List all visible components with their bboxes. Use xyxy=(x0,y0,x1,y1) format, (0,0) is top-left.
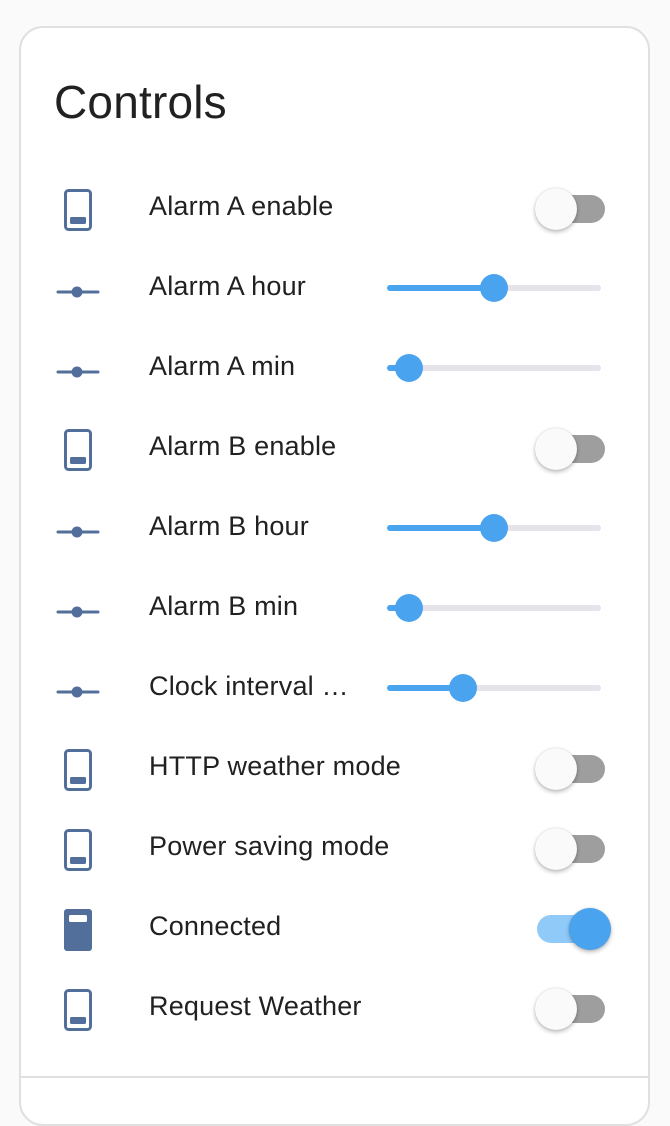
toggle-thumb[interactable] xyxy=(535,828,577,870)
control-label[interactable]: Power saving mode xyxy=(149,806,390,886)
control-row-connected: Connected xyxy=(21,886,652,966)
control-label[interactable]: Alarm B min xyxy=(149,566,298,646)
alarm-b-min-slider[interactable] xyxy=(385,590,601,626)
slider-knob[interactable] xyxy=(395,594,423,622)
toggle-thumb[interactable] xyxy=(535,748,577,790)
phone-outline-icon xyxy=(54,826,102,874)
control-label[interactable]: Alarm A min xyxy=(149,326,295,406)
alarm-a-enable-toggle[interactable] xyxy=(535,188,611,230)
control-label[interactable]: Connected xyxy=(149,886,281,966)
slider-fill xyxy=(387,525,495,531)
control-label[interactable]: Clock interval … xyxy=(149,646,349,726)
phone-outline-icon xyxy=(54,186,102,234)
slider-icon xyxy=(54,666,102,714)
card-title: Controls xyxy=(54,76,227,128)
slider-knob[interactable] xyxy=(480,514,509,542)
phone-outline-icon xyxy=(54,746,102,794)
toggle-thumb[interactable] xyxy=(535,428,577,470)
control-label[interactable]: Alarm B hour xyxy=(149,486,309,566)
request-weather-toggle[interactable] xyxy=(535,988,611,1030)
control-label[interactable]: Alarm A hour xyxy=(149,246,306,326)
control-row-alarm-b-enable: Alarm B enable xyxy=(21,406,652,486)
control-label[interactable]: Alarm A enable xyxy=(149,166,333,246)
phone-outline-icon xyxy=(54,986,102,1034)
card-footer-divider xyxy=(21,1076,648,1078)
clock-interval-slider[interactable] xyxy=(385,670,601,706)
control-row-alarm-b-hour: Alarm B hour xyxy=(21,486,652,566)
control-row-alarm-a-hour: Alarm A hour xyxy=(21,246,652,326)
slider-icon xyxy=(54,266,102,314)
control-label[interactable]: Request Weather xyxy=(149,966,362,1046)
connected-toggle[interactable] xyxy=(535,908,611,950)
phone-outline-icon xyxy=(54,426,102,474)
toggle-thumb[interactable] xyxy=(535,188,577,230)
slider-knob[interactable] xyxy=(395,354,423,382)
slider-fill xyxy=(387,285,495,291)
control-row-power-saving-mode: Power saving mode xyxy=(21,806,652,886)
slider-icon xyxy=(54,346,102,394)
control-row-request-weather: Request Weather xyxy=(21,966,652,1046)
phone-filled-icon xyxy=(54,906,102,954)
power-saving-mode-toggle[interactable] xyxy=(535,828,611,870)
alarm-a-min-slider[interactable] xyxy=(385,350,601,386)
alarm-b-hour-slider[interactable] xyxy=(385,510,601,546)
control-row-alarm-a-enable: Alarm A enable xyxy=(21,166,652,246)
http-weather-mode-toggle[interactable] xyxy=(535,748,611,790)
alarm-a-hour-slider[interactable] xyxy=(385,270,601,306)
slider-knob[interactable] xyxy=(449,674,478,702)
control-row-alarm-a-min: Alarm A min xyxy=(21,326,652,406)
alarm-b-enable-toggle[interactable] xyxy=(535,428,611,470)
control-row-alarm-b-min: Alarm B min xyxy=(21,566,652,646)
controls-card: Controls Alarm A enable Alarm A hour Alarm… xyxy=(19,26,650,1126)
slider-icon xyxy=(54,506,102,554)
control-row-http-weather-mode: HTTP weather mode xyxy=(21,726,652,806)
control-label[interactable]: Alarm B enable xyxy=(149,406,336,486)
control-label[interactable]: HTTP weather mode xyxy=(149,726,401,806)
control-row-clock-interval: Clock interval … xyxy=(21,646,652,726)
toggle-thumb[interactable] xyxy=(569,908,611,950)
toggle-thumb[interactable] xyxy=(535,988,577,1030)
slider-icon xyxy=(54,586,102,634)
slider-knob[interactable] xyxy=(480,274,509,302)
